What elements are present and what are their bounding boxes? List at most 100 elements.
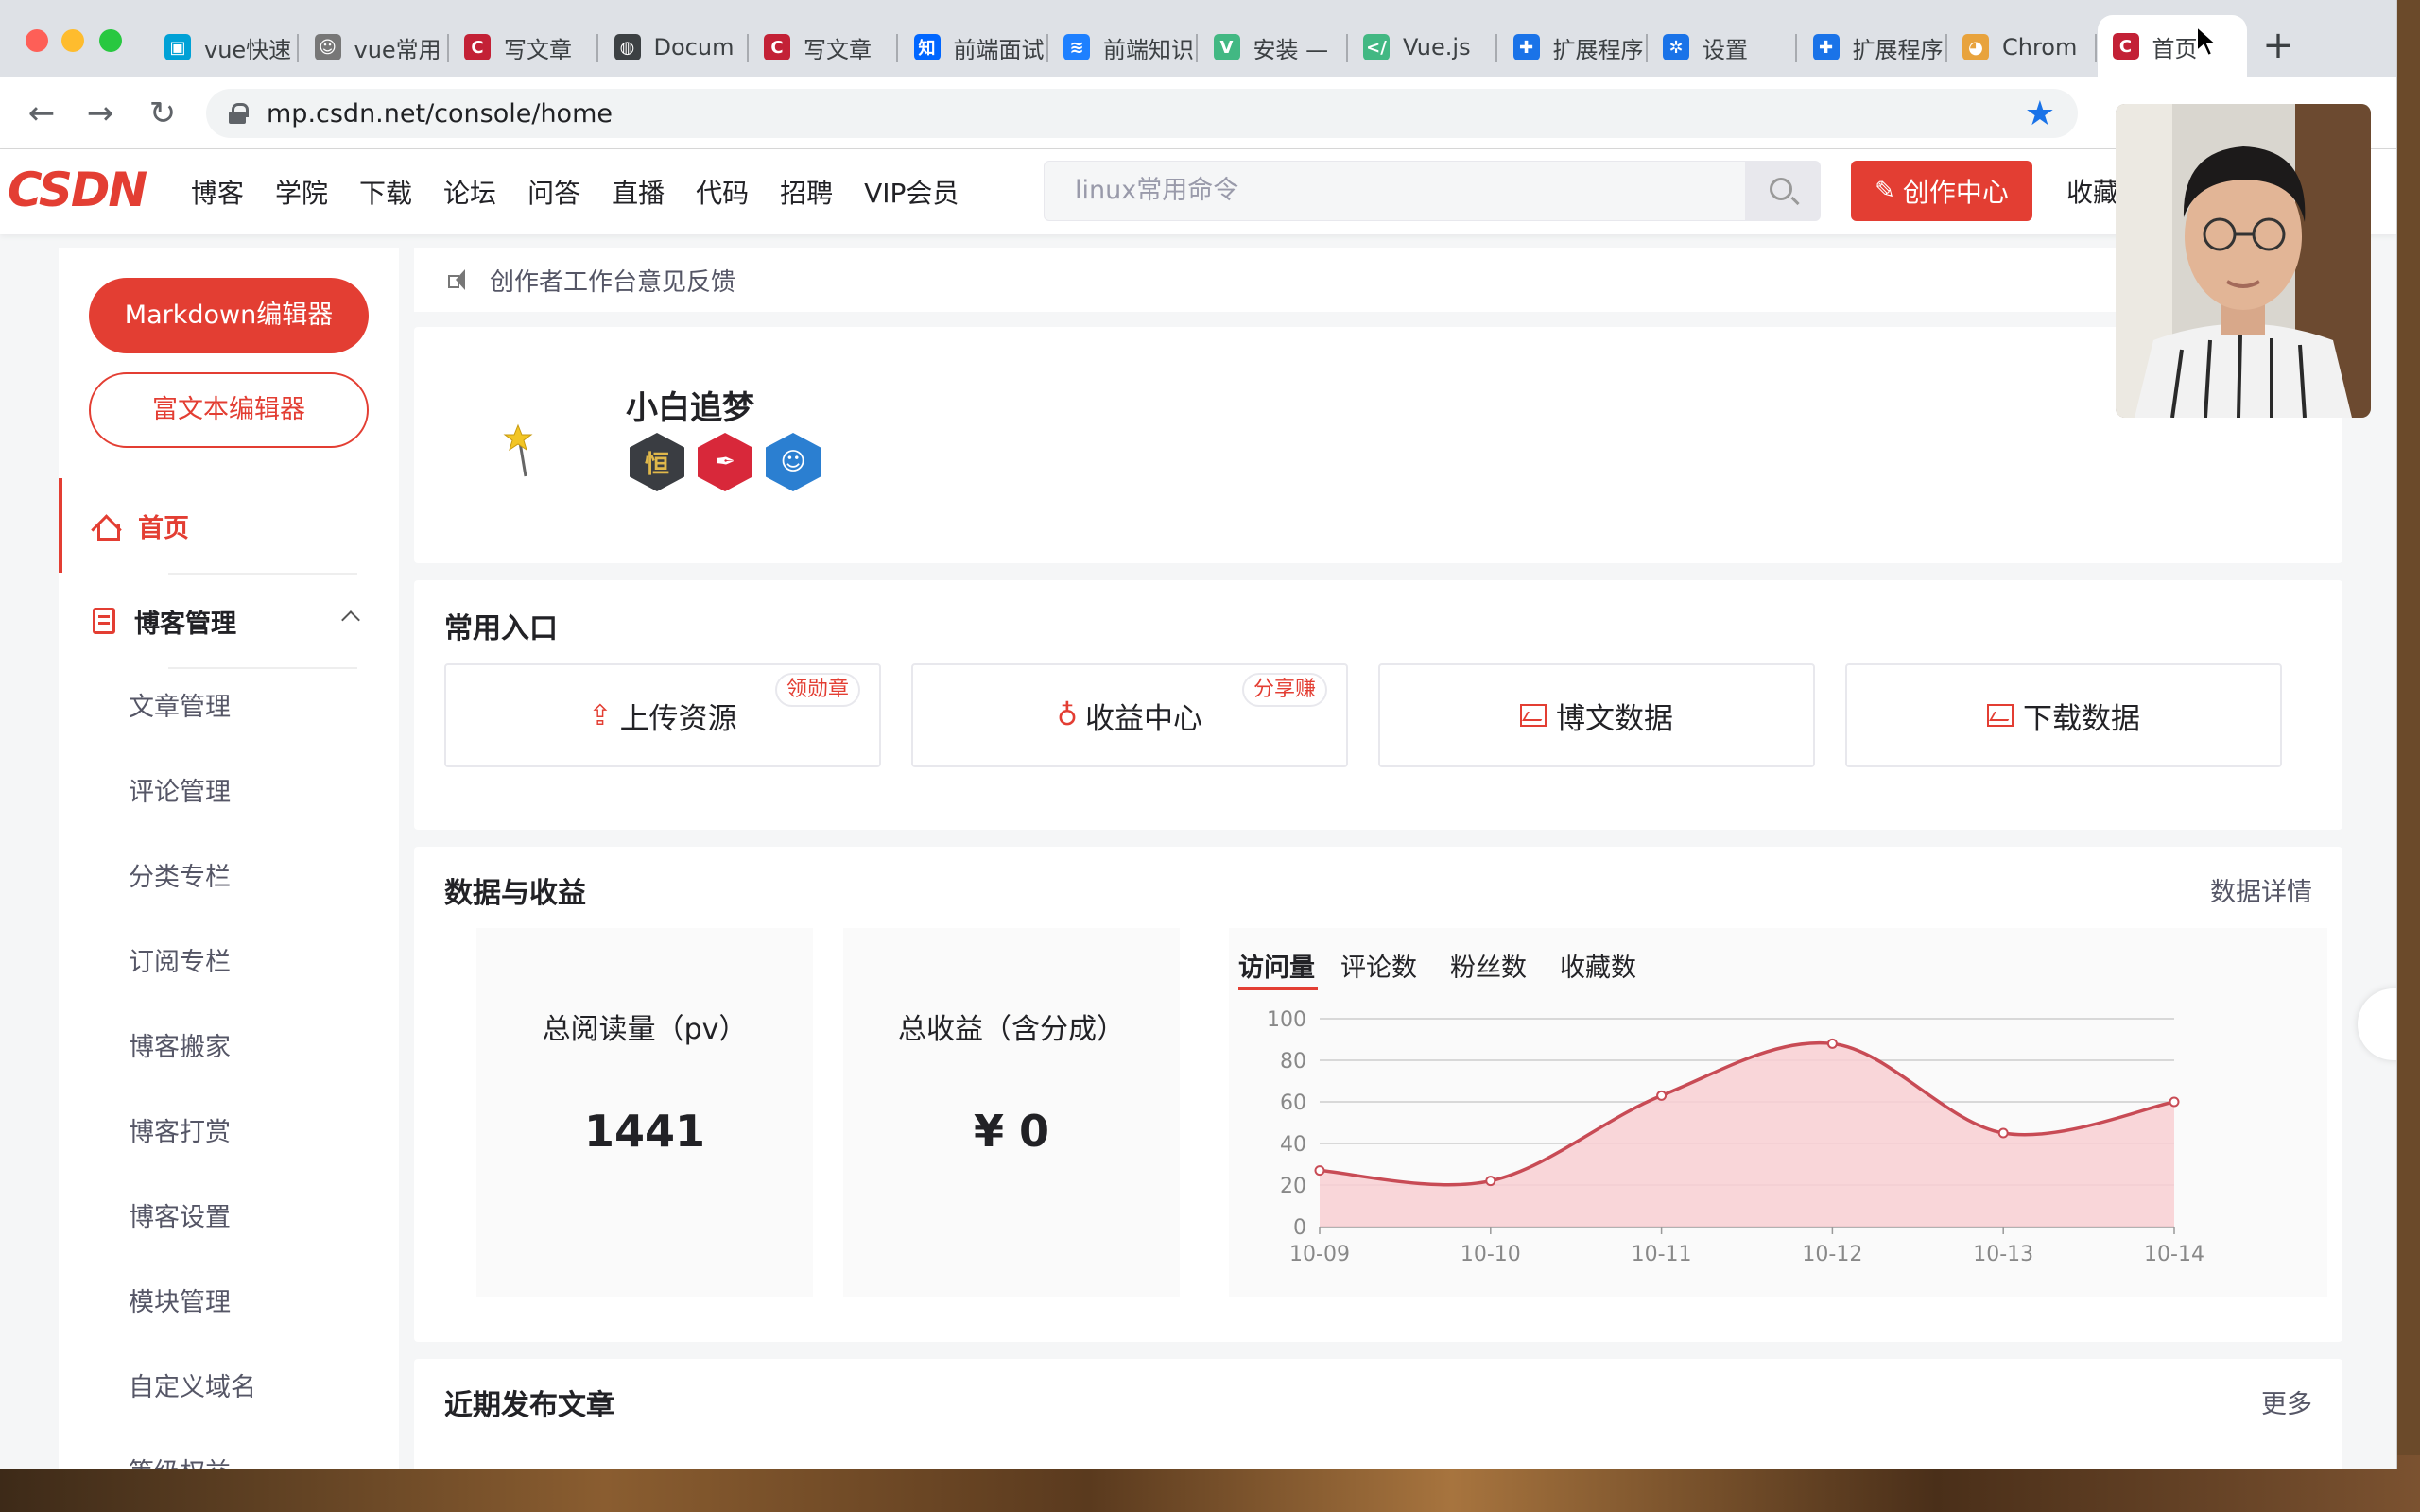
chart-icon: [1987, 704, 2014, 727]
browser-tab[interactable]: ✚ 扩展程序: [1798, 21, 1947, 74]
sidebar-subitem[interactable]: 模块管理: [129, 1261, 231, 1346]
favorites-link[interactable]: 收藏: [2066, 172, 2119, 210]
nav-item[interactable]: 论坛: [443, 173, 496, 211]
browser-tab[interactable]: C 首页: [2097, 15, 2247, 77]
browser-tab[interactable]: 知前端面试: [899, 21, 1048, 74]
browser-tab[interactable]: ✲ 设置: [1648, 21, 1797, 74]
x-tick-label: 10-12: [1802, 1243, 1862, 1266]
upload-resource-button[interactable]: ⇪ 上传资源 领勋章: [444, 663, 881, 767]
browser-tab[interactable]: ▣ vue快速: [149, 21, 299, 74]
csdn-icon: C: [2112, 33, 2139, 60]
fullscreen-window-button[interactable]: [99, 29, 122, 52]
browser-tab[interactable]: C 写文章: [749, 21, 898, 74]
tab-title: 写文章: [504, 36, 572, 63]
sidebar-subitem[interactable]: 订阅专栏: [129, 920, 231, 1005]
new-tab-button[interactable]: +: [2259, 25, 2297, 66]
browser-tab[interactable]: ✚ 扩展程序: [1498, 21, 1648, 74]
nav-item[interactable]: 博客: [191, 173, 244, 211]
tab-strip: ▣ vue快速 ☺ vue常用 C 写文章 ◍ Docum C 写文章知前端面试 ≋ 前端知识 V 安装 …: [0, 0, 2396, 77]
sidebar-subitem[interactable]: 分类专栏: [129, 835, 231, 920]
tab-title: 前端知识: [1103, 36, 1194, 63]
sidebar-subitem[interactable]: 自定义域名: [129, 1346, 256, 1431]
browser-tab[interactable]: C 写文章: [449, 21, 598, 74]
browser-tab[interactable]: ◍ Docum: [599, 21, 749, 74]
sidebar-subitem[interactable]: 博客打赏: [129, 1091, 231, 1176]
tab-title: Vue.js: [1403, 34, 1471, 60]
sidebar-item-home[interactable]: 首页: [59, 478, 399, 573]
more-link[interactable]: 更多: [2261, 1383, 2312, 1420]
trend-chart-panel: 访问量 评论数 粉丝数 收藏数 0 20 40 60 80 100 10-09 10-10 10…: [1229, 928, 2327, 1297]
csdn-logo[interactable]: CSDN: [8, 163, 147, 217]
markdown-editor-button[interactable]: Markdown编辑器: [89, 278, 369, 353]
pen-badge-icon[interactable]: ✒: [698, 433, 752, 491]
richtext-editor-button[interactable]: 富文本编辑器: [89, 372, 369, 448]
quick-entry-label: 下载数据: [2023, 701, 2140, 736]
y-tick-label: 100: [1267, 1008, 1306, 1032]
total-income-stat: 总收益（含分成） ¥ 0: [843, 928, 1180, 1297]
puzzle-icon: ✚: [1512, 34, 1540, 60]
x-tick-label: 10-11: [1632, 1243, 1692, 1266]
search-button[interactable]: [1745, 161, 1821, 221]
top-nav: 博客 学院 下载 论坛 问答 直播 代码 招聘 VIP会员: [191, 149, 990, 234]
sidebar-subitem[interactable]: 文章管理: [129, 665, 231, 750]
nav-item[interactable]: VIP会员: [864, 173, 959, 211]
browser-tab[interactable]: ☺ vue常用: [300, 21, 449, 74]
stat-value: 1441: [583, 1106, 706, 1157]
visits-area-chart: 0 20 40 60 80 100 10-09 10-10 10-11 10-12 10-13 10-…: [1267, 1008, 2204, 1266]
address-bar[interactable]: mp.csdn.net/console/home ★: [206, 89, 2078, 138]
section-title: 近期发布文章: [444, 1389, 614, 1422]
forward-button[interactable]: →: [79, 93, 121, 134]
home-icon: [93, 513, 120, 541]
username[interactable]: 小白追梦: [626, 382, 754, 428]
gear-icon: ✲: [1663, 34, 1689, 60]
y-tick-label: 60: [1280, 1091, 1306, 1115]
csdn-icon: C: [764, 34, 790, 60]
reload-button[interactable]: ↻: [142, 93, 183, 134]
sidebar-subitem[interactable]: 评论管理: [129, 750, 231, 835]
browser-tab[interactable]: </ Vue.js: [1348, 21, 1497, 74]
data-details-link[interactable]: 数据详情: [2210, 871, 2312, 908]
browser-tab[interactable]: V 安装 —: [1199, 21, 1348, 74]
bookmark-star-icon[interactable]: ★: [2025, 94, 2055, 133]
chevron-up-icon[interactable]: [341, 610, 360, 629]
blog-data-button[interactable]: 博文数据: [1378, 663, 1815, 767]
nav-item[interactable]: 直播: [612, 173, 665, 211]
magic-wand-avatar[interactable]: [499, 423, 537, 480]
support-handle[interactable]: [2358, 988, 2396, 1060]
minimize-window-button[interactable]: [61, 29, 84, 52]
feedback-notice[interactable]: 创作者工作台意见反馈: [414, 248, 2342, 312]
promo-tag: 分享赚: [1241, 673, 1327, 707]
tab-title: Docum: [653, 34, 735, 60]
browser-tab[interactable]: ≋ 前端知识: [1048, 21, 1198, 74]
promo-tag: 领勋章: [774, 673, 860, 707]
sidebar-subitem[interactable]: 博客设置: [129, 1176, 231, 1261]
astronaut-badge-icon[interactable]: ☺: [766, 433, 821, 491]
y-tick-label: 40: [1280, 1133, 1306, 1157]
sidebar-subitem[interactable]: 博客搬家: [129, 1005, 231, 1091]
download-data-button[interactable]: 下载数据: [1845, 663, 2282, 767]
nav-item[interactable]: 招聘: [780, 173, 833, 211]
sidebar-item-blog-manage[interactable]: 博客管理: [59, 574, 399, 668]
quick-entry-label: 收益中心: [1084, 701, 1202, 736]
search-input[interactable]: linux常用命令: [1044, 161, 1779, 221]
income-center-button[interactable]: ♁ 收益中心 分享赚: [911, 663, 1348, 767]
nav-item[interactable]: 问答: [527, 173, 580, 211]
creation-center-button[interactable]: ✎ 创作中心: [1851, 161, 2032, 221]
x-tick-label: 10-13: [1973, 1243, 2033, 1266]
persistence-badge-icon[interactable]: 恒: [630, 433, 684, 491]
y-tick-label: 80: [1280, 1050, 1306, 1074]
profile-card: 小白追梦 恒 ✒ ☺: [414, 327, 2342, 563]
speaker-icon: [448, 269, 469, 290]
nav-item[interactable]: 代码: [696, 173, 749, 211]
creation-center-label: 创作中心: [1902, 177, 2009, 208]
nav-item[interactable]: 学院: [275, 173, 328, 211]
sidebar-subitem[interactable]: 等级权益: [129, 1431, 231, 1469]
data-point: [1485, 1176, 1496, 1187]
section-title: 常用入口: [444, 612, 558, 645]
stat-label: 总阅读量（pv）: [542, 1013, 748, 1046]
back-button[interactable]: ←: [21, 93, 62, 134]
close-window-button[interactable]: [26, 29, 48, 52]
browser-tab[interactable]: ◕ Chrom: [1947, 21, 2097, 74]
nav-item[interactable]: 下载: [359, 173, 412, 211]
avatar-icon: ☺: [314, 34, 341, 60]
